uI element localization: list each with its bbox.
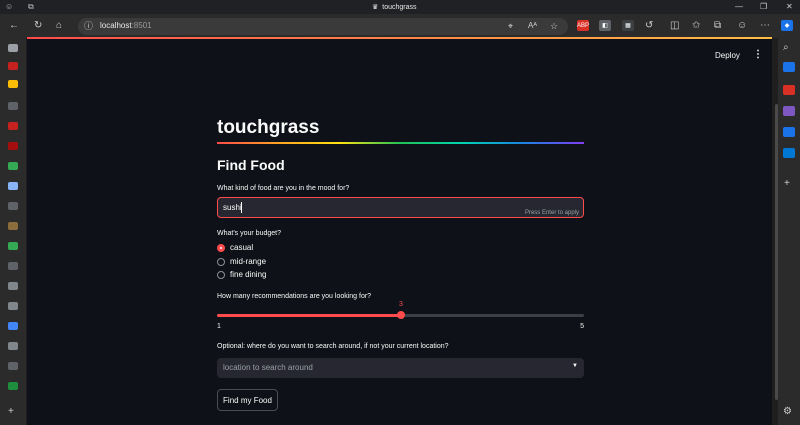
slider-max-label: 5 [580, 323, 584, 330]
radio-unselected-icon[interactable] [217, 270, 225, 279]
budget-label: What's your budget? [217, 230, 281, 237]
favorites-icon[interactable]: ✩ [692, 20, 700, 32]
tab-icon[interactable] [8, 342, 18, 350]
extension-icon[interactable]: ◧ [599, 20, 611, 31]
extension-icon[interactable]: ↺ [645, 20, 653, 32]
new-tab-icon[interactable]: + [8, 406, 14, 418]
tools-icon[interactable] [783, 85, 795, 95]
tab-icon[interactable] [8, 202, 18, 210]
section-heading: Find Food [217, 157, 285, 173]
radio-label: mid-range [230, 257, 267, 266]
split-screen-icon[interactable]: ◫ [670, 20, 679, 32]
gmail-icon[interactable] [8, 62, 18, 70]
deploy-button[interactable]: Deploy [715, 51, 740, 60]
tab-icon[interactable] [8, 44, 18, 52]
tab-icon[interactable] [8, 122, 18, 130]
tab-icon[interactable] [8, 322, 18, 330]
page-title: touchgrass [217, 117, 320, 138]
sidebar-app-icon[interactable] [783, 127, 795, 137]
tab-icon[interactable] [8, 182, 18, 190]
tab-icon[interactable] [8, 362, 18, 370]
site-info-icon[interactable]: ⓘ [84, 20, 93, 32]
close-icon[interactable]: ✕ [786, 2, 793, 11]
sidebar-app-icon[interactable] [783, 106, 795, 116]
food-text-input[interactable]: sushi Press Enter to apply [217, 197, 584, 218]
copilot-icon[interactable]: ◆ [781, 20, 793, 31]
recommendations-label: How many recommendations are you looking… [217, 293, 372, 300]
outlook-icon[interactable] [783, 148, 795, 158]
tab-icon[interactable] [8, 222, 18, 230]
tab-icon[interactable] [8, 102, 18, 110]
radio-label: casual [230, 243, 254, 252]
tab-icon[interactable] [8, 80, 18, 88]
maximize-icon[interactable]: ❐ [760, 2, 767, 11]
slider-thumb[interactable] [397, 311, 405, 319]
browser-right-sidebar: ⌕ + ⚙ [778, 38, 800, 425]
location-select[interactable]: location to search around ▼ [217, 358, 584, 378]
header-decoration [27, 37, 772, 39]
settings-gear-icon[interactable]: ⚙ [783, 406, 792, 418]
radio-selected-icon[interactable] [217, 243, 225, 252]
location-icon[interactable]: ⌖ [508, 20, 513, 32]
extension-icon[interactable]: ▦ [622, 20, 634, 31]
slider-value: 3 [399, 301, 403, 308]
favorite-star-icon[interactable]: ☆ [550, 20, 558, 32]
tab-title: touchgrass [382, 3, 417, 11]
more-menu-icon[interactable]: ⋯ [760, 20, 770, 32]
tab-icon[interactable] [8, 162, 18, 170]
tab-icon[interactable] [8, 142, 18, 150]
radio-unselected-icon[interactable] [217, 257, 225, 266]
recommendations-slider[interactable] [217, 311, 584, 319]
window-title: ♛ touchgrass [372, 3, 417, 12]
refresh-icon[interactable]: ↻ [34, 20, 42, 32]
browser-toolbar: ← ↻ ⌂ ⓘ localhost:8501 ⌖ Aᴬ ☆ ABP ◧ ▦ ↺ … [0, 14, 800, 38]
home-icon[interactable]: ⌂ [56, 20, 62, 32]
food-input-label: What kind of food are you in the mood fo… [217, 185, 350, 192]
browser-titlebar: ☺ ⧉ ♛ touchgrass — ❐ ✕ [0, 0, 800, 14]
tab-icon[interactable] [8, 282, 18, 290]
sidebar-app-icon[interactable] [783, 62, 795, 72]
text-cursor [241, 202, 242, 213]
collections-icon[interactable]: ⧉ [714, 20, 721, 32]
tab-icon[interactable] [8, 242, 18, 250]
address-bar[interactable]: ⓘ localhost:8501 ⌖ Aᴬ ☆ [78, 18, 568, 35]
tab-icon[interactable] [8, 302, 18, 310]
scrollbar[interactable] [775, 104, 778, 400]
adblock-extension-icon[interactable]: ABP [577, 20, 589, 31]
radio-label: fine dining [230, 270, 267, 279]
budget-option-fine-dining[interactable]: fine dining [217, 270, 266, 279]
url-text: localhost:8501 [100, 21, 152, 30]
search-icon[interactable]: ⌕ [783, 42, 789, 54]
location-placeholder: location to search around [223, 363, 313, 372]
add-sidebar-app-icon[interactable]: + [784, 178, 790, 190]
title-divider [217, 142, 584, 144]
tab-icon[interactable] [8, 382, 18, 390]
location-label: Optional: where do you want to search ar… [217, 343, 449, 350]
minimize-icon[interactable]: — [735, 2, 743, 11]
slider-min-label: 1 [217, 323, 221, 330]
streamlit-app: Deploy ⋮ touchgrass Find Food What kind … [27, 37, 778, 425]
budget-option-casual[interactable]: casual [217, 243, 253, 252]
input-hint: Press Enter to apply [524, 210, 579, 216]
main-menu-icon[interactable]: ⋮ [753, 49, 763, 60]
back-icon[interactable]: ← [9, 20, 19, 32]
workspaces-icon[interactable]: ⧉ [28, 2, 38, 12]
budget-option-mid-range[interactable]: mid-range [217, 257, 266, 266]
slider-fill [217, 314, 401, 317]
vertical-tabs-sidebar: + [0, 38, 26, 425]
tab-icon[interactable] [8, 262, 18, 270]
feedback-icon[interactable]: ☺ [737, 20, 747, 32]
profile-avatar-icon[interactable]: ☺ [5, 2, 15, 12]
food-input-value: sushi [223, 203, 242, 212]
tab-favicon-icon: ♛ [372, 4, 379, 11]
find-food-button[interactable]: Find my Food [217, 389, 278, 411]
chevron-down-icon[interactable]: ▼ [572, 363, 578, 369]
read-aloud-icon[interactable]: Aᴬ [528, 20, 537, 32]
